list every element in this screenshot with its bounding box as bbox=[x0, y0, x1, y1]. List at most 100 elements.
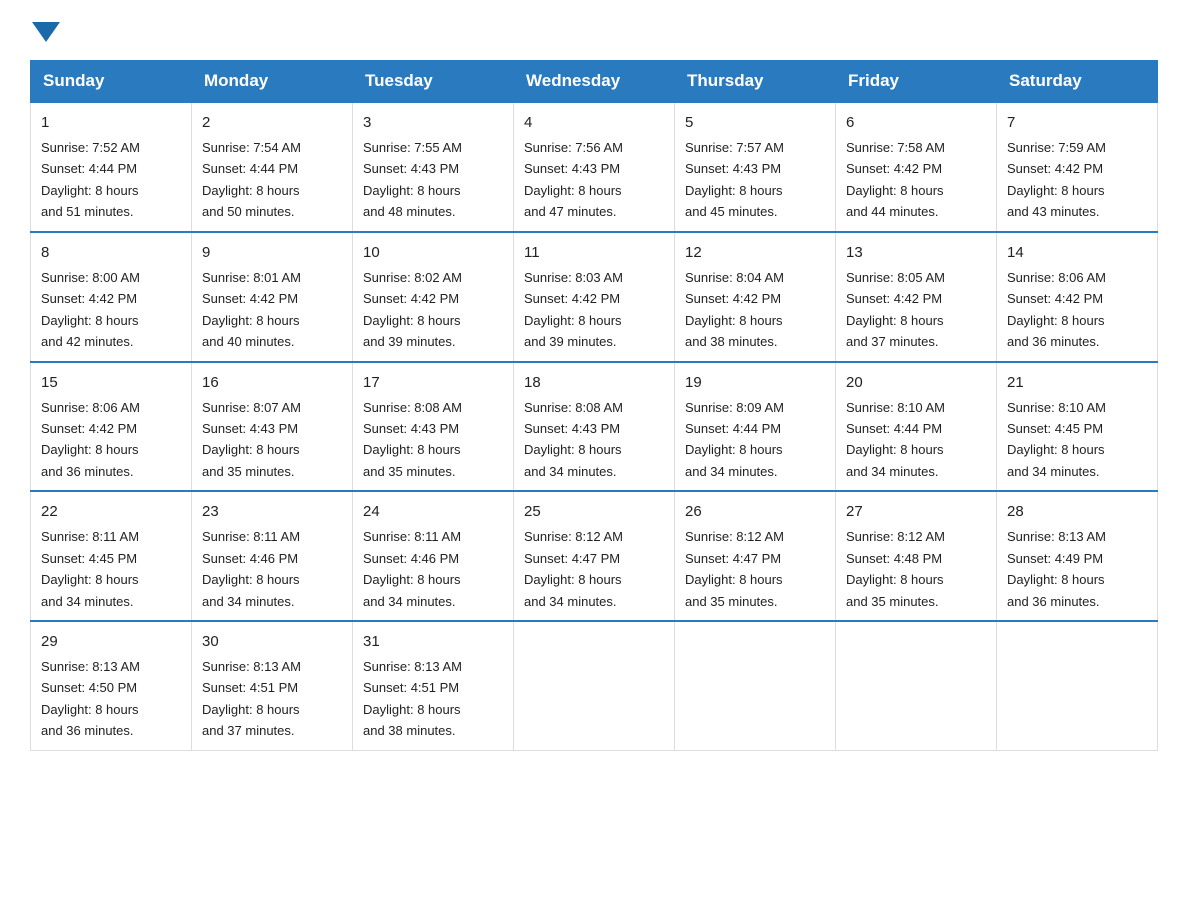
day-info: Sunrise: 8:12 AMSunset: 4:48 PMDaylight:… bbox=[846, 526, 986, 612]
calendar-week-row: 22Sunrise: 8:11 AMSunset: 4:45 PMDayligh… bbox=[31, 491, 1158, 621]
calendar-cell: 7Sunrise: 7:59 AMSunset: 4:42 PMDaylight… bbox=[997, 102, 1158, 232]
day-number: 31 bbox=[363, 630, 503, 654]
day-number: 10 bbox=[363, 241, 503, 265]
calendar-cell: 22Sunrise: 8:11 AMSunset: 4:45 PMDayligh… bbox=[31, 491, 192, 621]
day-info: Sunrise: 8:04 AMSunset: 4:42 PMDaylight:… bbox=[685, 267, 825, 353]
day-number: 6 bbox=[846, 111, 986, 135]
calendar-cell: 28Sunrise: 8:13 AMSunset: 4:49 PMDayligh… bbox=[997, 491, 1158, 621]
calendar-cell: 3Sunrise: 7:55 AMSunset: 4:43 PMDaylight… bbox=[353, 102, 514, 232]
day-info: Sunrise: 7:58 AMSunset: 4:42 PMDaylight:… bbox=[846, 137, 986, 223]
day-info: Sunrise: 8:03 AMSunset: 4:42 PMDaylight:… bbox=[524, 267, 664, 353]
day-number: 25 bbox=[524, 500, 664, 524]
day-info: Sunrise: 7:54 AMSunset: 4:44 PMDaylight:… bbox=[202, 137, 342, 223]
day-info: Sunrise: 8:11 AMSunset: 4:46 PMDaylight:… bbox=[202, 526, 342, 612]
day-info: Sunrise: 8:07 AMSunset: 4:43 PMDaylight:… bbox=[202, 397, 342, 483]
day-number: 29 bbox=[41, 630, 181, 654]
column-header-sunday: Sunday bbox=[31, 61, 192, 103]
day-number: 12 bbox=[685, 241, 825, 265]
calendar-cell: 14Sunrise: 8:06 AMSunset: 4:42 PMDayligh… bbox=[997, 232, 1158, 362]
calendar-cell bbox=[997, 621, 1158, 750]
day-number: 22 bbox=[41, 500, 181, 524]
day-number: 4 bbox=[524, 111, 664, 135]
calendar-cell: 23Sunrise: 8:11 AMSunset: 4:46 PMDayligh… bbox=[192, 491, 353, 621]
calendar-cell: 2Sunrise: 7:54 AMSunset: 4:44 PMDaylight… bbox=[192, 102, 353, 232]
day-number: 13 bbox=[846, 241, 986, 265]
column-header-tuesday: Tuesday bbox=[353, 61, 514, 103]
calendar-cell: 10Sunrise: 8:02 AMSunset: 4:42 PMDayligh… bbox=[353, 232, 514, 362]
day-info: Sunrise: 7:52 AMSunset: 4:44 PMDaylight:… bbox=[41, 137, 181, 223]
page-header bbox=[30, 20, 1158, 42]
day-info: Sunrise: 8:13 AMSunset: 4:49 PMDaylight:… bbox=[1007, 526, 1147, 612]
day-number: 27 bbox=[846, 500, 986, 524]
day-info: Sunrise: 7:56 AMSunset: 4:43 PMDaylight:… bbox=[524, 137, 664, 223]
day-info: Sunrise: 8:01 AMSunset: 4:42 PMDaylight:… bbox=[202, 267, 342, 353]
day-number: 24 bbox=[363, 500, 503, 524]
day-number: 21 bbox=[1007, 371, 1147, 395]
day-info: Sunrise: 8:05 AMSunset: 4:42 PMDaylight:… bbox=[846, 267, 986, 353]
day-number: 1 bbox=[41, 111, 181, 135]
day-info: Sunrise: 8:13 AMSunset: 4:51 PMDaylight:… bbox=[363, 656, 503, 742]
calendar-cell: 24Sunrise: 8:11 AMSunset: 4:46 PMDayligh… bbox=[353, 491, 514, 621]
calendar-week-row: 8Sunrise: 8:00 AMSunset: 4:42 PMDaylight… bbox=[31, 232, 1158, 362]
day-info: Sunrise: 8:09 AMSunset: 4:44 PMDaylight:… bbox=[685, 397, 825, 483]
calendar-week-row: 1Sunrise: 7:52 AMSunset: 4:44 PMDaylight… bbox=[31, 102, 1158, 232]
calendar-cell: 15Sunrise: 8:06 AMSunset: 4:42 PMDayligh… bbox=[31, 362, 192, 492]
day-info: Sunrise: 7:57 AMSunset: 4:43 PMDaylight:… bbox=[685, 137, 825, 223]
day-number: 5 bbox=[685, 111, 825, 135]
day-number: 2 bbox=[202, 111, 342, 135]
day-info: Sunrise: 8:13 AMSunset: 4:51 PMDaylight:… bbox=[202, 656, 342, 742]
day-number: 19 bbox=[685, 371, 825, 395]
day-info: Sunrise: 8:11 AMSunset: 4:46 PMDaylight:… bbox=[363, 526, 503, 612]
day-info: Sunrise: 8:00 AMSunset: 4:42 PMDaylight:… bbox=[41, 267, 181, 353]
calendar-cell bbox=[675, 621, 836, 750]
calendar-cell: 19Sunrise: 8:09 AMSunset: 4:44 PMDayligh… bbox=[675, 362, 836, 492]
calendar-cell: 17Sunrise: 8:08 AMSunset: 4:43 PMDayligh… bbox=[353, 362, 514, 492]
column-header-monday: Monday bbox=[192, 61, 353, 103]
day-number: 7 bbox=[1007, 111, 1147, 135]
calendar-cell: 25Sunrise: 8:12 AMSunset: 4:47 PMDayligh… bbox=[514, 491, 675, 621]
day-info: Sunrise: 8:10 AMSunset: 4:44 PMDaylight:… bbox=[846, 397, 986, 483]
day-number: 15 bbox=[41, 371, 181, 395]
calendar-cell bbox=[514, 621, 675, 750]
day-number: 8 bbox=[41, 241, 181, 265]
calendar-cell: 21Sunrise: 8:10 AMSunset: 4:45 PMDayligh… bbox=[997, 362, 1158, 492]
day-info: Sunrise: 8:08 AMSunset: 4:43 PMDaylight:… bbox=[363, 397, 503, 483]
calendar-cell: 30Sunrise: 8:13 AMSunset: 4:51 PMDayligh… bbox=[192, 621, 353, 750]
day-number: 9 bbox=[202, 241, 342, 265]
calendar-cell: 29Sunrise: 8:13 AMSunset: 4:50 PMDayligh… bbox=[31, 621, 192, 750]
day-number: 30 bbox=[202, 630, 342, 654]
calendar-cell: 1Sunrise: 7:52 AMSunset: 4:44 PMDaylight… bbox=[31, 102, 192, 232]
day-info: Sunrise: 8:12 AMSunset: 4:47 PMDaylight:… bbox=[685, 526, 825, 612]
day-number: 14 bbox=[1007, 241, 1147, 265]
day-info: Sunrise: 8:06 AMSunset: 4:42 PMDaylight:… bbox=[41, 397, 181, 483]
calendar-cell: 5Sunrise: 7:57 AMSunset: 4:43 PMDaylight… bbox=[675, 102, 836, 232]
calendar-cell: 27Sunrise: 8:12 AMSunset: 4:48 PMDayligh… bbox=[836, 491, 997, 621]
calendar-cell bbox=[836, 621, 997, 750]
day-info: Sunrise: 8:12 AMSunset: 4:47 PMDaylight:… bbox=[524, 526, 664, 612]
calendar-cell: 4Sunrise: 7:56 AMSunset: 4:43 PMDaylight… bbox=[514, 102, 675, 232]
calendar-cell: 26Sunrise: 8:12 AMSunset: 4:47 PMDayligh… bbox=[675, 491, 836, 621]
calendar-cell: 20Sunrise: 8:10 AMSunset: 4:44 PMDayligh… bbox=[836, 362, 997, 492]
calendar-table: SundayMondayTuesdayWednesdayThursdayFrid… bbox=[30, 60, 1158, 751]
day-number: 28 bbox=[1007, 500, 1147, 524]
column-header-wednesday: Wednesday bbox=[514, 61, 675, 103]
calendar-cell: 13Sunrise: 8:05 AMSunset: 4:42 PMDayligh… bbox=[836, 232, 997, 362]
calendar-cell: 18Sunrise: 8:08 AMSunset: 4:43 PMDayligh… bbox=[514, 362, 675, 492]
day-info: Sunrise: 8:10 AMSunset: 4:45 PMDaylight:… bbox=[1007, 397, 1147, 483]
column-header-friday: Friday bbox=[836, 61, 997, 103]
day-info: Sunrise: 7:55 AMSunset: 4:43 PMDaylight:… bbox=[363, 137, 503, 223]
calendar-header-row: SundayMondayTuesdayWednesdayThursdayFrid… bbox=[31, 61, 1158, 103]
day-info: Sunrise: 8:11 AMSunset: 4:45 PMDaylight:… bbox=[41, 526, 181, 612]
day-info: Sunrise: 8:08 AMSunset: 4:43 PMDaylight:… bbox=[524, 397, 664, 483]
logo-triangle-icon bbox=[32, 22, 60, 42]
calendar-cell: 8Sunrise: 8:00 AMSunset: 4:42 PMDaylight… bbox=[31, 232, 192, 362]
calendar-cell: 16Sunrise: 8:07 AMSunset: 4:43 PMDayligh… bbox=[192, 362, 353, 492]
day-number: 17 bbox=[363, 371, 503, 395]
logo bbox=[30, 20, 62, 42]
day-number: 11 bbox=[524, 241, 664, 265]
day-number: 23 bbox=[202, 500, 342, 524]
day-info: Sunrise: 8:02 AMSunset: 4:42 PMDaylight:… bbox=[363, 267, 503, 353]
day-number: 20 bbox=[846, 371, 986, 395]
calendar-week-row: 29Sunrise: 8:13 AMSunset: 4:50 PMDayligh… bbox=[31, 621, 1158, 750]
calendar-cell: 11Sunrise: 8:03 AMSunset: 4:42 PMDayligh… bbox=[514, 232, 675, 362]
